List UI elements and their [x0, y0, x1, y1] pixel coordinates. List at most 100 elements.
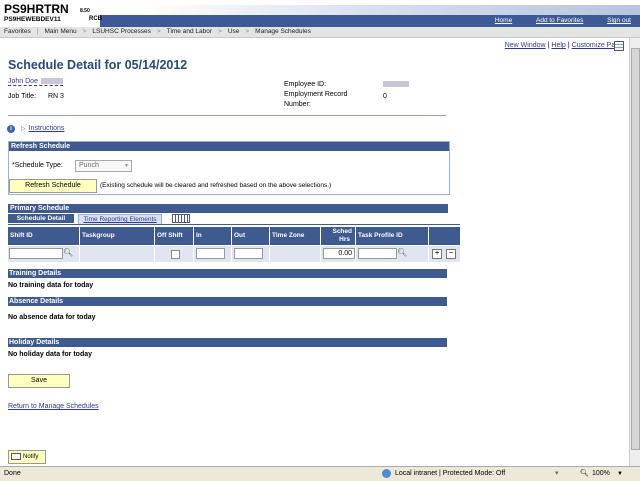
notify-button[interactable]: Notify	[8, 450, 46, 464]
breadcrumb-separator: >	[82, 28, 87, 35]
col-sched-hrs: Sched Hrs	[321, 227, 355, 245]
col-sched-hrs-label-1: Sched	[332, 228, 352, 235]
absence-details-heading: Absence Details	[8, 297, 447, 306]
col-taskgroup: Taskgroup	[80, 227, 154, 245]
delete-row-button[interactable]: −	[446, 249, 456, 259]
zoom-level[interactable]: 100%	[592, 467, 610, 481]
expand-triangle-icon: ▷	[21, 126, 26, 132]
out-time-input[interactable]	[234, 248, 263, 259]
instructions-toggle[interactable]: ▷ Instructions	[21, 125, 64, 132]
globe-icon	[382, 469, 391, 478]
instructions-link[interactable]: Instructions	[29, 125, 65, 132]
header-stripe	[140, 5, 640, 15]
employment-record-label-2: Number:	[284, 101, 311, 108]
col-taskgroup-label: Taskgroup	[82, 232, 115, 239]
section-divider	[8, 115, 446, 116]
shift-id-input[interactable]	[9, 248, 63, 259]
col-out: Out	[232, 227, 269, 245]
chevron-down-icon: ▼	[124, 163, 129, 169]
employment-record-label: Employment Record	[284, 91, 348, 98]
home-link[interactable]: Home	[495, 17, 512, 24]
page-links: New Window | Help | Customize Page	[505, 42, 623, 49]
breadcrumb-time-and-labor[interactable]: Time and Labor	[167, 28, 212, 35]
shift-id-lookup-icon[interactable]: 🔍︎	[63, 248, 73, 257]
show-all-columns-icon[interactable]	[172, 214, 190, 223]
employee-name-text: John Doe	[8, 78, 38, 85]
off-shift-checkbox[interactable]	[171, 250, 180, 259]
refresh-schedule-button[interactable]: Refresh Schedule	[9, 179, 97, 193]
task-profile-id-input[interactable]	[358, 248, 397, 259]
chevron-down-icon[interactable]: ▼	[617, 467, 623, 481]
link-divider: |	[567, 42, 570, 49]
breadcrumb-lsuhsc-processes[interactable]: LSUHSC Processes	[92, 28, 151, 35]
sign-out-link[interactable]: Sign out	[607, 17, 631, 24]
primary-schedule-heading: Primary Schedule	[8, 204, 448, 213]
breadcrumb: Favorites | Main Menu > LSUHSC Processes > Tim…	[0, 27, 640, 38]
help-link[interactable]: Help	[551, 42, 565, 49]
save-button[interactable]: Save	[8, 374, 70, 388]
security-zone-text: Local intranet | Protected Mode: Off	[395, 470, 506, 477]
add-to-favorites-link[interactable]: Add to Favorites	[536, 17, 583, 24]
app-header: PS9HRTRN 8.50 PS9HEWEBDEV11 RCB Home Add…	[0, 0, 640, 27]
tab-schedule-detail[interactable]: Schedule Detail	[8, 214, 74, 223]
employee-id-value	[383, 81, 409, 88]
task-profile-lookup-icon[interactable]: 🔍︎	[397, 248, 407, 257]
col-out-label: Out	[234, 232, 246, 239]
col-task-profile-id-label: Task Profile ID	[358, 232, 403, 239]
vertical-scrollbar[interactable]	[629, 38, 640, 466]
cell-time-zone	[270, 246, 320, 262]
header-links: Home Add to Favorites Sign out	[473, 17, 631, 24]
redacted-id-block	[383, 81, 409, 88]
schedule-type-select[interactable]: Punch ▼	[75, 160, 132, 172]
breadcrumb-manage-schedules[interactable]: Manage Schedules	[255, 28, 311, 35]
holiday-empty-text: No holiday data for today	[8, 351, 93, 358]
job-title-value: RN 3	[48, 93, 64, 100]
scrollbar-thumb[interactable]	[631, 48, 640, 450]
breadcrumb-use[interactable]: Use	[228, 28, 240, 35]
employee-name[interactable]: John Doe	[8, 78, 63, 86]
user-id: RCB	[89, 16, 102, 22]
zoom-icon: 🔍︎	[580, 470, 589, 477]
breadcrumb-separator: >	[156, 28, 161, 35]
sched-hrs-input[interactable]: 0.00	[323, 248, 355, 259]
training-empty-text: No training data for today	[8, 282, 94, 289]
page-title: Schedule Detail for 05/14/2012	[8, 58, 188, 72]
info-icon: i	[7, 125, 15, 133]
refresh-note: (Existing schedule will be cleared and r…	[100, 182, 332, 189]
system-title: PS9HRTRN	[4, 2, 69, 16]
new-window-link[interactable]: New Window	[505, 42, 546, 49]
notify-label: Notify	[23, 454, 39, 460]
employee-id-label: Employee ID:	[284, 81, 327, 88]
browser-status-bar: Done Local intranet | Protected Mode: Of…	[0, 466, 640, 481]
breadcrumb-separator: >	[218, 28, 222, 35]
in-time-input[interactable]	[196, 248, 225, 259]
breadcrumb-main-menu[interactable]: Main Menu	[44, 28, 76, 35]
redacted-name-block	[40, 78, 63, 85]
job-title-label: Job Title:	[8, 93, 37, 100]
link-divider: |	[547, 42, 550, 49]
breadcrumb-favorites[interactable]: Favorites	[4, 28, 31, 35]
page-grid-icon[interactable]	[614, 41, 624, 51]
absence-empty-text: No absence data for today	[8, 314, 96, 321]
schedule-type-value: Punch	[79, 162, 99, 169]
col-row-actions	[429, 227, 460, 245]
col-shift-id-label: Shift ID	[10, 232, 33, 239]
database-name: PS9HEWEBDEV11	[4, 16, 61, 23]
envelope-icon	[11, 452, 21, 460]
add-row-button[interactable]: +	[432, 249, 442, 259]
breadcrumb-separator: >	[245, 28, 250, 35]
col-off-shift: Off Shift	[155, 227, 193, 245]
breadcrumb-separator: |	[36, 28, 39, 35]
col-in: In	[194, 227, 231, 245]
employment-record-value: 0	[383, 93, 387, 100]
tab-underline	[8, 224, 460, 225]
col-sched-hrs-label-2: Hrs	[339, 236, 350, 243]
col-time-zone-label: Time Zone	[272, 232, 305, 239]
refresh-schedule-heading: Refresh Schedule	[9, 142, 449, 151]
system-version: 8.50	[80, 8, 90, 14]
cell-taskgroup	[80, 246, 154, 262]
status-text: Done	[4, 470, 21, 477]
return-to-manage-schedules-link[interactable]: Return to Manage Schedules	[8, 403, 99, 410]
col-task-profile-id: Task Profile ID	[356, 227, 428, 245]
col-off-shift-label: Off Shift	[157, 232, 183, 239]
